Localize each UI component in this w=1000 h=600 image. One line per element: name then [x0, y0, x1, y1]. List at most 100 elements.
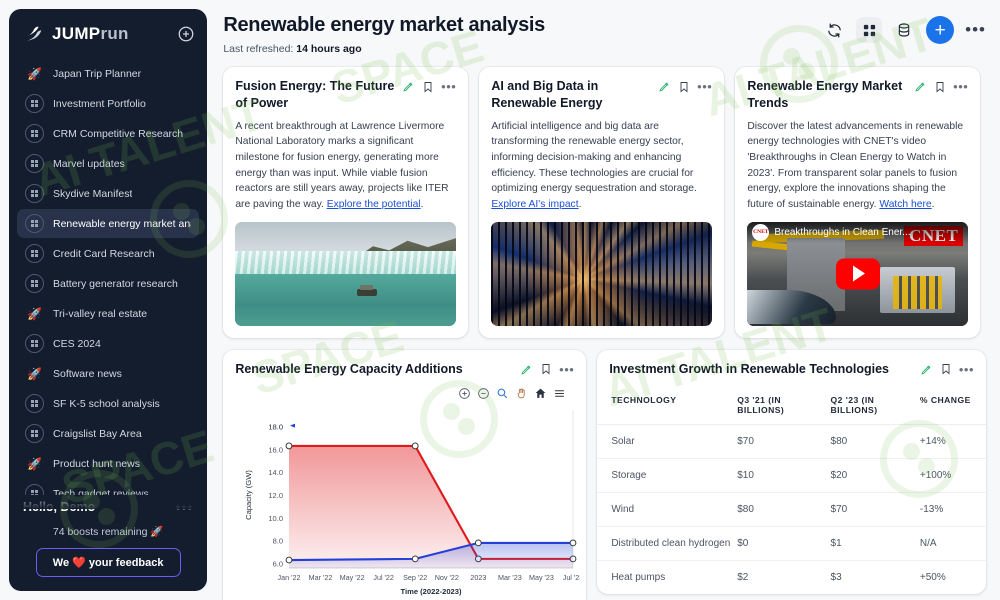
svg-text:6.0: 6.0 [273, 560, 283, 569]
zoom-out-icon[interactable] [477, 387, 490, 400]
svg-text:May '23: May '23 [529, 573, 554, 582]
plus-circle-icon[interactable] [177, 25, 195, 43]
svg-text:May '22: May '22 [340, 573, 365, 582]
card-link[interactable]: Explore the potential [327, 199, 421, 210]
bookmark-icon[interactable] [678, 81, 690, 93]
grid-icon [25, 274, 44, 293]
grid-view-icon[interactable] [856, 17, 883, 43]
articles-row: Fusion Energy: The Future of Power ••• A… [223, 67, 986, 338]
capacity-chart[interactable]: 6.0 8.0 10.0 12.0 14.0 16.0 18.0 18.0 Jan '22 Mar… [235, 400, 584, 600]
grid-icon [25, 124, 44, 143]
video-title: Breakthroughs in Clean Ener... [774, 226, 911, 238]
investment-table: TECHNOLOGY Q3 '21 (IN BILLIONS) Q2 '23 (IN… [597, 386, 986, 594]
pan-hand-icon[interactable] [515, 387, 528, 400]
svg-text:8.0: 8.0 [273, 537, 283, 546]
youtube-video-thumbnail[interactable]: CNET CNET Breakthroughs in Clean Ener... [747, 221, 969, 326]
svg-text:2023: 2023 [471, 573, 487, 582]
svg-text:Mar '22: Mar '22 [309, 573, 333, 582]
home-reset-icon[interactable] [534, 387, 547, 400]
table-cell: +100% [919, 458, 986, 494]
table-cell: $1 [830, 526, 920, 562]
table-cell: Heat pumps [611, 572, 666, 584]
sidebar-item-marvel-updates[interactable]: Marvel updates [17, 149, 199, 178]
feedback-button[interactable]: We ❤️ your feedback [35, 548, 181, 577]
grid-icon [25, 334, 44, 353]
card-body-text: A recent breakthrough at Lawrence Liverm… [235, 120, 449, 210]
sidebar-item-japan-trip-planner[interactable]: 🚀 Japan Trip Planner [17, 59, 199, 88]
page-title: Renewable energy market analysis [223, 14, 545, 36]
table-cell: N/A [919, 526, 986, 562]
user-menu-icon[interactable]: ••• [176, 499, 194, 515]
bookmark-icon[interactable] [422, 81, 434, 93]
more-options-icon[interactable]: ••• [959, 362, 974, 377]
table-column-header: Q2 '23 (IN BILLIONS) [830, 386, 920, 426]
more-options-icon[interactable]: ••• [697, 79, 712, 94]
table-cell: $3 [830, 572, 842, 584]
bookmark-icon[interactable] [940, 363, 952, 375]
cnet-logo-icon: CNET [752, 223, 770, 241]
sidebar-item-crm-competitive-research[interactable]: CRM Competitive Research [17, 119, 199, 148]
sidebar-item-label: Investment Portfolio [53, 97, 146, 110]
card-title: Fusion Energy: The Future of Power [235, 79, 395, 110]
table-cell: $70 [737, 424, 831, 460]
edit-sparkle-icon[interactable] [520, 363, 533, 376]
play-button-icon[interactable] [835, 258, 880, 290]
more-options-icon[interactable]: ••• [965, 20, 986, 40]
sidebar-item-craigslist-bay-area[interactable]: Craigslist Bay Area [17, 419, 199, 448]
menu-icon[interactable] [553, 387, 566, 400]
card-link[interactable]: Watch here [879, 199, 931, 210]
sidebar-item-renewable-energy-market-analys[interactable]: Renewable energy market analys [17, 209, 200, 238]
sidebar-item-ces-2024[interactable]: CES 2024 [17, 329, 199, 358]
sidebar-item-label: Japan Trip Planner [53, 67, 142, 80]
bookmark-icon[interactable] [540, 363, 552, 375]
card-body: Discover the latest advancements in rene… [747, 119, 968, 213]
sidebar-item-software-news[interactable]: 🚀 Software news [17, 359, 199, 388]
sidebar-item-tech-gadget-reviews[interactable]: Tech gadget reviews [17, 479, 199, 495]
sidebar-item-label: Skydive Manifest [53, 187, 133, 200]
more-options-icon[interactable]: ••• [953, 79, 968, 94]
sidebar-item-credit-card-research[interactable]: Credit Card Research [17, 239, 199, 268]
card-capacity-chart: Renewable Energy Capacity Additions ••• [223, 349, 587, 600]
bookmark-icon[interactable] [934, 81, 946, 93]
sidebar-nav: 🚀 Japan Trip Planner Investment Portfolio C… [9, 57, 207, 495]
data-visualization-photo [491, 221, 713, 326]
edit-sparkle-icon[interactable] [402, 80, 415, 93]
sidebar-item-product-hunt-news[interactable]: 🚀 Product hunt news [17, 449, 199, 478]
sidebar-footer: Hello, Demo ••• 74 boosts remaining 🚀 We… [9, 495, 207, 591]
table-cell: Solar [597, 424, 738, 460]
edit-sparkle-icon[interactable] [658, 80, 671, 93]
sidebar: JUMPrun 🚀 Japan Trip Planner Investment Po… [9, 9, 208, 591]
page-header: Renewable energy market analysis Last re… [223, 14, 986, 55]
refresh-icon[interactable] [823, 19, 845, 41]
rocket-icon: 🚀 [27, 366, 42, 381]
sidebar-item-label: CES 2024 [53, 337, 101, 350]
sidebar-item-sf-k-5-school-analysis[interactable]: SF K-5 school analysis [17, 389, 199, 418]
table-cell: Storage [597, 458, 738, 494]
table-column-header: Q3 '21 (IN BILLIONS) [737, 386, 831, 426]
edit-sparkle-icon[interactable] [914, 80, 927, 93]
table-cell: -13% [919, 492, 986, 528]
card-header: Renewable Energy Capacity Additions ••• [235, 361, 574, 378]
sidebar-item-label: Credit Card Research [53, 247, 155, 260]
grid-icon [25, 94, 44, 113]
card-link[interactable]: Explore AI's impact [491, 199, 578, 210]
database-icon[interactable] [893, 19, 915, 41]
svg-text:Time (2022-2023): Time (2022-2023) [401, 587, 463, 596]
sidebar-item-skydive-manifest[interactable]: Skydive Manifest [17, 179, 199, 208]
sidebar-item-investment-portfolio[interactable]: Investment Portfolio [17, 89, 199, 118]
main-content: Renewable energy market analysis Last re… [207, 0, 1000, 600]
grid-icon [25, 394, 44, 413]
edit-sparkle-icon[interactable] [920, 363, 933, 376]
add-button[interactable]: + [926, 16, 955, 44]
table-cell: Wind [597, 492, 738, 528]
svg-text:Mar '23: Mar '23 [498, 573, 522, 582]
sidebar-item-battery-generator-research[interactable]: Battery generator research [17, 269, 199, 298]
card-body-tail: . [578, 198, 582, 210]
table-body: Solar $70 $80 +14% Storage $10 $20 +100% Wind $80… [597, 424, 986, 595]
more-options-icon[interactable]: ••• [441, 79, 456, 94]
sidebar-item-label: Product hunt news [53, 457, 140, 470]
zoom-select-icon[interactable] [496, 387, 509, 400]
more-options-icon[interactable]: ••• [559, 362, 574, 377]
sidebar-item-tri-valley-real-estate[interactable]: 🚀 Tri-valley real estate [17, 299, 199, 328]
zoom-in-icon[interactable] [458, 387, 471, 400]
